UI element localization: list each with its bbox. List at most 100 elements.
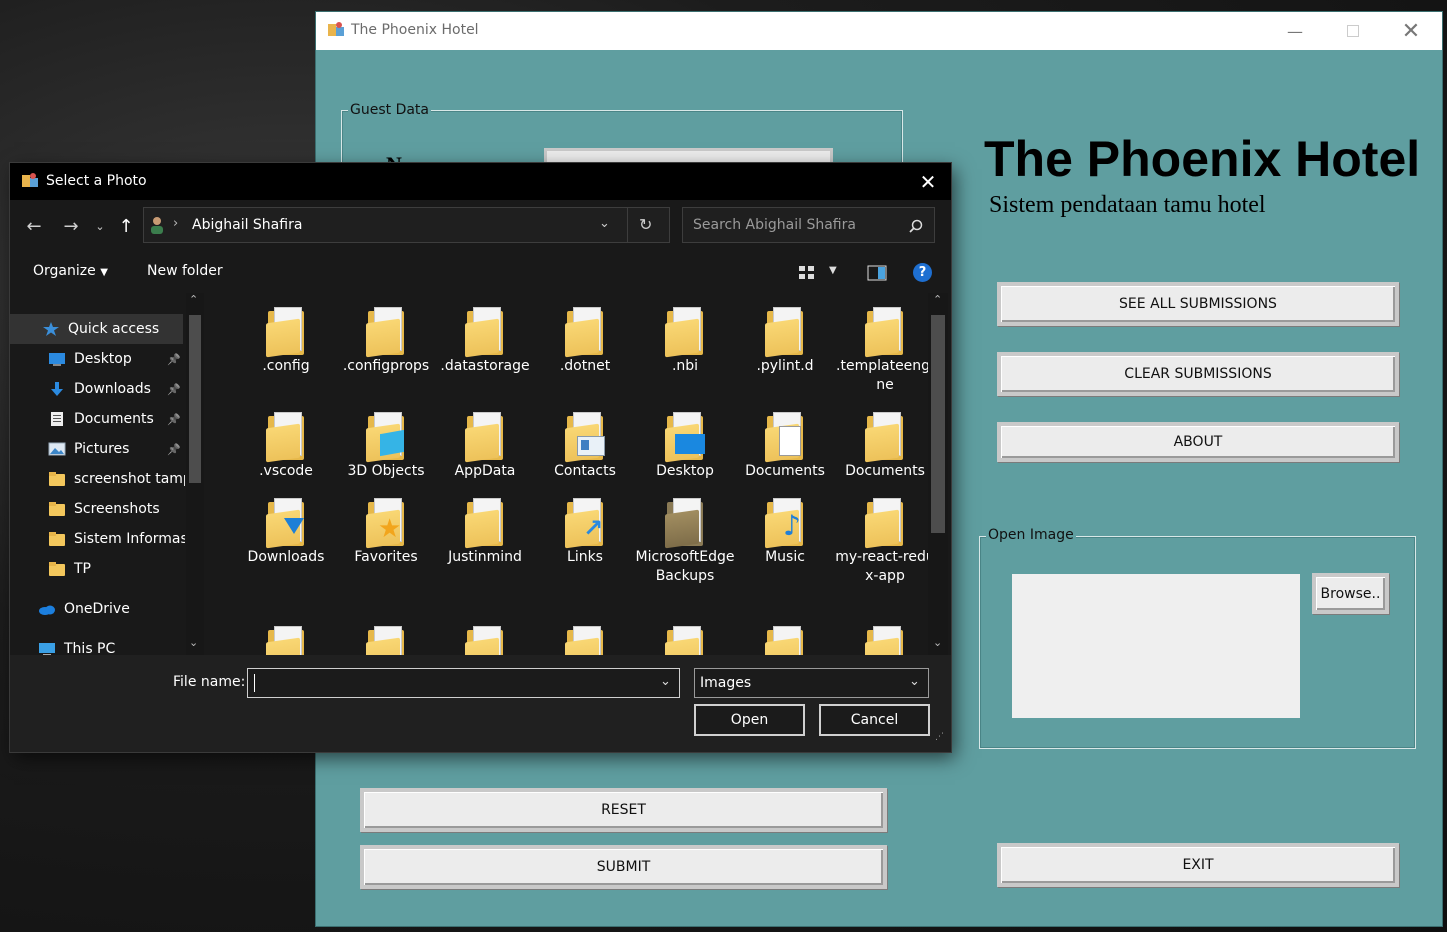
file-item[interactable]: 3D Objects xyxy=(336,412,436,481)
minimize-button[interactable]: — xyxy=(1266,12,1324,50)
nav-item-label: Documents xyxy=(74,411,154,427)
file-name: .vscode xyxy=(259,463,313,479)
file-item[interactable] xyxy=(835,626,928,655)
file-item[interactable]: ↗ Links xyxy=(535,498,635,567)
preview-pane-icon[interactable] xyxy=(867,265,887,281)
file-name: Documents xyxy=(845,463,925,479)
file-item[interactable]: .configprops xyxy=(336,307,436,376)
star-icon xyxy=(43,322,59,336)
file-name: .pylint.d xyxy=(756,358,814,374)
organize-label: Organize xyxy=(33,263,96,279)
nav-scrollbar-thumb[interactable] xyxy=(189,315,201,483)
recent-locations-button[interactable]: ⌄ xyxy=(90,208,110,244)
file-name: Justinmind xyxy=(448,549,522,565)
exit-button[interactable]: EXIT xyxy=(997,843,1399,887)
file-item[interactable]: MicrosoftEdgeBackups xyxy=(635,498,735,586)
scroll-down-icon[interactable]: ⌄ xyxy=(189,636,198,649)
new-folder-button[interactable]: New folder xyxy=(147,263,223,279)
file-item[interactable]: Justinmind xyxy=(435,498,535,567)
nav-item-onedrive[interactable]: OneDrive xyxy=(10,594,185,624)
file-item[interactable]: .config xyxy=(236,307,336,376)
refresh-icon[interactable]: ↻ xyxy=(639,215,652,234)
file-item[interactable]: Contacts xyxy=(535,412,635,481)
folder-icon xyxy=(366,307,406,358)
nav-item-sistem-informas[interactable]: Sistem Informas xyxy=(10,524,185,554)
nav-item-screenshots[interactable]: Screenshots xyxy=(10,494,185,524)
folder-icon xyxy=(465,626,505,655)
address-dropdown-icon[interactable]: ⌄ xyxy=(599,216,610,231)
file-item[interactable]: Desktop xyxy=(635,412,735,481)
file-name-input[interactable]: ⌄ xyxy=(247,668,680,698)
nav-item-desktop[interactable]: Desktop 📌 xyxy=(10,344,185,374)
view-dropdown-icon[interactable]: ▼ xyxy=(829,265,837,276)
submit-button[interactable]: SUBMIT xyxy=(360,845,887,889)
file-item[interactable] xyxy=(535,626,635,655)
file-item[interactable]: .pylint.d xyxy=(735,307,835,376)
see-all-submissions-button[interactable]: SEE ALL SUBMISSIONS xyxy=(997,282,1399,326)
file-item[interactable]: .nbi xyxy=(635,307,735,376)
folder-icon xyxy=(665,307,705,358)
arrow-right-icon: → xyxy=(63,215,79,237)
nav-item-quick-access[interactable]: Quick access xyxy=(10,314,185,344)
cancel-button[interactable]: Cancel xyxy=(819,704,930,736)
back-button[interactable]: ← xyxy=(22,208,46,244)
file-item[interactable]: .dotnet xyxy=(535,307,635,376)
chevron-down-icon[interactable]: ⌄ xyxy=(909,674,920,689)
maximize-button[interactable] xyxy=(1324,12,1382,50)
dialog-close-button[interactable]: ✕ xyxy=(905,163,951,200)
open-button[interactable]: Open xyxy=(694,704,805,736)
nav-item-label: Quick access xyxy=(68,321,160,337)
dialog-titlebar[interactable]: Select a Photo ✕ xyxy=(10,163,951,200)
about-button[interactable]: ABOUT xyxy=(997,422,1399,462)
scroll-up-icon[interactable]: ⌃ xyxy=(933,293,942,306)
organize-menu[interactable]: Organize ▼ xyxy=(33,263,108,279)
hotel-titlebar[interactable]: The Phoenix Hotel — ✕ xyxy=(316,12,1442,50)
reset-button[interactable]: RESET xyxy=(360,788,887,832)
breadcrumb[interactable]: Abighail Shafira xyxy=(192,217,302,233)
file-item[interactable]: ★ Favorites xyxy=(336,498,436,567)
file-item[interactable]: AppData xyxy=(435,412,535,481)
chevron-down-icon[interactable]: ⌄ xyxy=(660,674,671,689)
file-list-scrollbar[interactable]: ⌃ ⌄ xyxy=(928,293,948,655)
command-bar: Organize ▼ New folder ▼ ? xyxy=(10,253,951,293)
scrollbar-thumb[interactable] xyxy=(931,315,945,533)
file-item[interactable] xyxy=(635,626,735,655)
file-item[interactable]: Documents xyxy=(835,412,928,481)
folder-icon: ★ xyxy=(366,498,406,549)
file-item[interactable]: my-react-redux-app xyxy=(835,498,928,586)
help-icon[interactable]: ? xyxy=(913,263,932,282)
file-item[interactable]: .vscode xyxy=(236,412,336,481)
file-item[interactable] xyxy=(735,626,835,655)
browse-button[interactable]: Browse.. xyxy=(1312,573,1389,614)
scroll-up-icon[interactable]: ⌃ xyxy=(189,293,198,306)
nav-item-pictures[interactable]: Pictures 📌 xyxy=(10,434,185,464)
up-button[interactable]: ↑ xyxy=(114,208,138,244)
file-item[interactable] xyxy=(435,626,535,655)
change-view-icon[interactable] xyxy=(798,265,816,281)
file-item[interactable] xyxy=(236,626,336,655)
nav-scrollbar[interactable]: ⌃ ⌄ xyxy=(186,293,204,655)
file-type-select[interactable]: Images ⌄ xyxy=(694,668,929,698)
folder-icon xyxy=(266,626,306,655)
file-item[interactable]: Downloads xyxy=(236,498,336,567)
nav-item-documents[interactable]: Documents 📌 xyxy=(10,404,185,434)
forward-button[interactable]: → xyxy=(59,208,83,244)
minimize-icon: — xyxy=(1287,21,1303,41)
clear-submissions-button[interactable]: CLEAR SUBMISSIONS xyxy=(997,352,1399,396)
resize-grip-icon[interactable]: ⋰ xyxy=(935,732,944,742)
close-button[interactable]: ✕ xyxy=(1382,12,1440,50)
nav-item-label: Screenshots xyxy=(74,501,160,517)
search-box[interactable]: Search Abighail Shafira xyxy=(682,207,935,243)
file-item[interactable] xyxy=(336,626,436,655)
nav-item-screenshot-tamp[interactable]: screenshot tamp xyxy=(10,464,185,494)
file-item[interactable]: .datastorage xyxy=(435,307,535,376)
file-item[interactable]: ♪ Music xyxy=(735,498,835,567)
nav-item-downloads[interactable]: Downloads 📌 xyxy=(10,374,185,404)
file-item[interactable]: .templateengine xyxy=(835,307,928,395)
file-item[interactable]: Documents xyxy=(735,412,835,481)
nav-item-tp[interactable]: TP xyxy=(10,554,185,584)
folder-icon xyxy=(565,307,605,358)
file-name: Links xyxy=(567,549,603,565)
scroll-down-icon[interactable]: ⌄ xyxy=(933,636,942,649)
address-bar[interactable]: › Abighail Shafira ⌄ ↻ xyxy=(143,207,670,243)
